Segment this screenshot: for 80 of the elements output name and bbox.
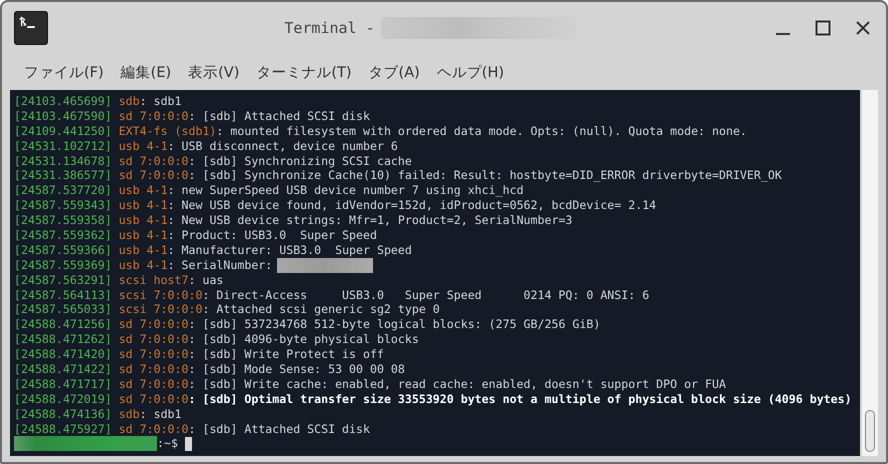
timestamp: [24587.564113] <box>14 288 112 302</box>
log-message: : [sdb] Mode Sense: 53 00 00 08 <box>188 362 405 377</box>
log-message: : [sdb] Synchronize Cache(10) failed: Result: hostbyte=DID_ERROR driverbyte=DRIVER_OK <box>188 168 782 184</box>
window-title: Terminal - <box>284 19 375 37</box>
scrollbar-thumb[interactable] <box>865 410 875 452</box>
timestamp: [24588.471420] <box>14 347 112 362</box>
timestamp: [24588.471262] <box>14 332 112 348</box>
log-source: scsi host7 <box>118 272 188 288</box>
timestamp: [24531.102712] <box>14 138 112 154</box>
timestamp: [24587.559343] <box>14 198 112 214</box>
log-message: : [sdb] Attached SCSI disk <box>188 108 370 124</box>
log-source: sd 7:0:0:0 <box>118 332 188 348</box>
log-message: : Direct-Access USB3.0 Super Speed 0214 PQ: 0 ANSI: 6 <box>202 288 650 302</box>
timestamp: [24109.441250] <box>14 124 112 139</box>
timestamp: [24587.559366] <box>14 242 112 258</box>
log-source: usb 4-1 <box>118 213 168 228</box>
log-source: usb 4-1 <box>118 138 168 154</box>
log-message: : [sdb] Attached SCSI disk <box>188 422 370 436</box>
log-source: usb 4-1 <box>118 228 168 243</box>
terminal-app-icon <box>14 11 48 45</box>
log-message: : New USB device found, idVendor=152d, idProduct=0562, bcdDevice= 2.14 <box>168 198 656 214</box>
log-source: sdb <box>118 406 140 422</box>
timestamp: [24587.565033] <box>14 302 112 318</box>
log-message: : [sdb] Optimal transfer size 33553920 bytes not a multiple of physical block size (4096 bytes) <box>188 392 852 407</box>
log-message: : sdb1 <box>140 94 182 109</box>
timestamp: [24588.474136] <box>14 406 112 422</box>
timestamp: [24588.472019] <box>14 392 112 407</box>
timestamp: [24587.559358] <box>14 213 112 228</box>
timestamp: [24587.537720] <box>14 183 112 198</box>
text-cursor <box>184 436 192 451</box>
menu-item[interactable]: ヘルプ(H) <box>436 62 504 82</box>
log-message: : [sdb] 4096-byte physical blocks <box>188 332 419 348</box>
log-source: sd 7:0:0:0 <box>118 168 188 184</box>
log-message: : [sdb] Write Protect is off <box>188 347 384 362</box>
log-message: : SerialNumber: <box>168 258 272 273</box>
log-source: scsi 7:0:0:0 <box>118 302 202 318</box>
log-source: sd 7:0:0:0 <box>118 108 188 124</box>
log-source: sd 7:0:0:0 <box>118 347 188 362</box>
menu-item[interactable]: タブ(A) <box>368 62 420 82</box>
log-source: usb 4-1 <box>118 258 168 273</box>
menu-item[interactable]: ターミナル(T) <box>256 62 352 82</box>
timestamp: [24103.467590] <box>14 108 112 124</box>
menu-item[interactable]: 編集(E) <box>120 62 172 82</box>
timestamp: [24103.465699] <box>14 94 112 109</box>
menu-item[interactable]: ファイル(F) <box>24 62 104 82</box>
log-source: sd 7:0:0:0 <box>118 362 188 377</box>
log-message: : sdb1 <box>140 406 182 422</box>
log-message: : [sdb] Write cache: enabled, read cache: enabled, doesn't support DPO or FUA <box>188 376 726 392</box>
timestamp: [24588.471717] <box>14 376 112 392</box>
log-source: sd 7:0:0:0 <box>118 392 188 407</box>
timestamp: [24588.471422] <box>14 362 112 377</box>
timestamp: [24588.475927] <box>14 422 112 436</box>
menu-item[interactable]: 表示(V) <box>188 62 240 82</box>
log-message: : [sdb] 537234768 512-byte logical blocks: (275 GB/256 GiB) <box>188 317 600 332</box>
timestamp: [24587.563291] <box>14 272 112 288</box>
log-source: sdb <box>118 94 140 109</box>
log-source: sd 7:0:0:0 <box>118 317 188 332</box>
log-message: : mounted filesystem with ordered data mode. Opts: (null). Quota mode: none. <box>216 124 747 139</box>
log-source: EXT4-fs (sdb1) <box>118 124 216 139</box>
log-message: : USB disconnect, device number 6 <box>168 138 398 154</box>
log-message: : Product: USB3.0 Super Speed <box>168 228 377 243</box>
timestamp: [24587.559362] <box>14 228 112 243</box>
log-source: scsi 7:0:0:0 <box>118 288 202 302</box>
timestamp: [24531.134678] <box>14 154 112 168</box>
log-message: : uas <box>188 272 224 288</box>
prompt-text: :~$ <box>157 436 178 452</box>
log-source: sd 7:0:0:0 <box>118 422 188 436</box>
timestamp: [24587.559369] <box>14 258 112 273</box>
log-message: : Manufacturer: USB3.0 Super Speed <box>168 242 412 258</box>
log-message: : Attached scsi generic sg2 type 0 <box>202 302 440 318</box>
log-message: : [sdb] Synchronizing SCSI cache <box>188 154 412 168</box>
timestamp: [24588.471256] <box>14 317 112 332</box>
log-message: : New USB device strings: Mfr=1, Product=2, SerialNumber=3 <box>168 213 572 228</box>
log-message: : new SuperSpeed USB device number 7 using xhci_hcd <box>168 183 524 198</box>
log-source: sd 7:0:0:0 <box>118 376 188 392</box>
log-source: sd 7:0:0:0 <box>118 154 188 168</box>
log-source: usb 4-1 <box>118 242 168 258</box>
log-source: usb 4-1 <box>118 183 168 198</box>
timestamp: [24531.386577] <box>14 168 112 184</box>
log-source: usb 4-1 <box>118 198 168 214</box>
